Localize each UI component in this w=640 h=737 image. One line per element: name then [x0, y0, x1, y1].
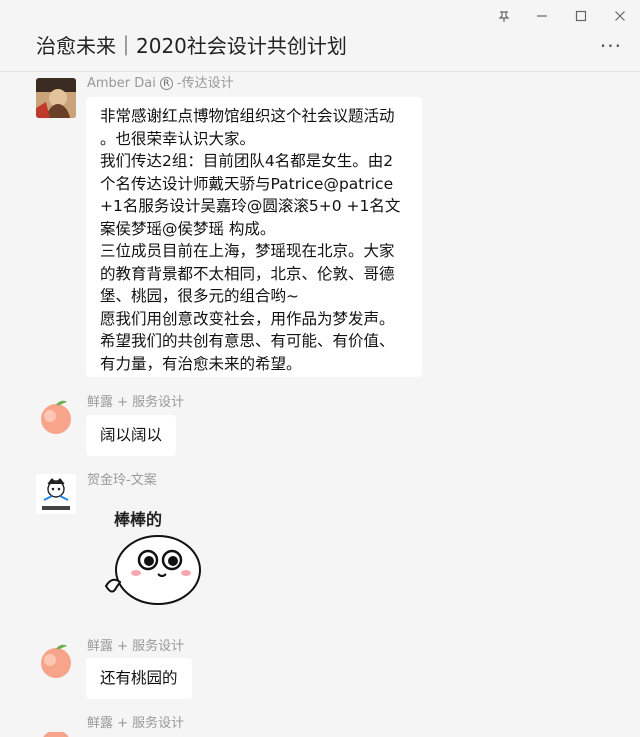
more-options-button[interactable]: ···: [600, 36, 622, 56]
message-line: 堡、桃园，很多元的组合哟~: [100, 287, 299, 305]
message-line: 愿我们用创意改变社会，用作品为梦发声。: [100, 309, 395, 328]
message-text: 阔以阔以: [100, 426, 163, 444]
message-line: 非常感谢红点博物馆组织这个社会议题活动: [100, 107, 395, 125]
message-line: 有力量，有治愈未来的希望。: [100, 354, 302, 373]
message-line: 个名传达设计师戴天骄与Patrice@patrice: [100, 174, 394, 193]
message-line: 三位成员目前在上海，梦瑶现在北京。大家: [100, 242, 395, 260]
close-icon[interactable]: [610, 6, 630, 26]
avatar[interactable]: [36, 474, 76, 514]
peach-avatar[interactable]: [36, 396, 76, 436]
chat-title: 治愈未来｜2020社会设计共创计划: [36, 34, 347, 58]
sender-name: 鲜露 + 服务设计: [87, 639, 185, 654]
minimize-icon[interactable]: [532, 6, 552, 26]
message-bubble: 还有桃园的: [86, 658, 192, 699]
peach-avatar[interactable]: [36, 640, 76, 680]
sender-name: 鲜露 + 服务设计: [87, 716, 185, 731]
sender-name: 鲜露 + 服务设计: [87, 395, 185, 410]
peach-avatar[interactable]: [36, 727, 76, 737]
avatar[interactable]: [36, 78, 76, 118]
sender-name: Amber Dai R -传达设计: [87, 76, 234, 91]
maximize-icon[interactable]: [571, 6, 591, 26]
message-line: 我们传达2组：目前团队4名都是女生。由2: [100, 152, 394, 170]
message-line: +1名服务设计吴嘉玲@圆滚滚5+0 +1名文: [100, 197, 401, 215]
sender-name: 贺金玲-文案: [87, 473, 157, 488]
message-bubble: 阔以阔以: [86, 415, 177, 456]
message-text: 还有桃园的: [100, 669, 178, 687]
message-bubble: 非常感谢红点博物馆组织这个社会议题活动 。也很荣幸认识大家。 我们传达2组：目前…: [86, 97, 422, 377]
sticker-image[interactable]: 棒棒的: [96, 502, 206, 606]
message-line: 案侯梦瑶@侯梦瑶 构成。: [100, 219, 276, 238]
pin-icon[interactable]: [494, 6, 514, 26]
registered-badge-icon: R: [159, 77, 173, 90]
title-bar: 治愈未来｜2020社会设计共创计划 ···: [0, 0, 640, 72]
message-line: 。也很荣幸认识大家。: [100, 129, 256, 148]
message-line: 的教育背景都不太相同，北京、伦敦、哥德: [100, 264, 395, 283]
message-line: 希望我们的共创有意思、有可能、有价值、: [100, 332, 395, 350]
